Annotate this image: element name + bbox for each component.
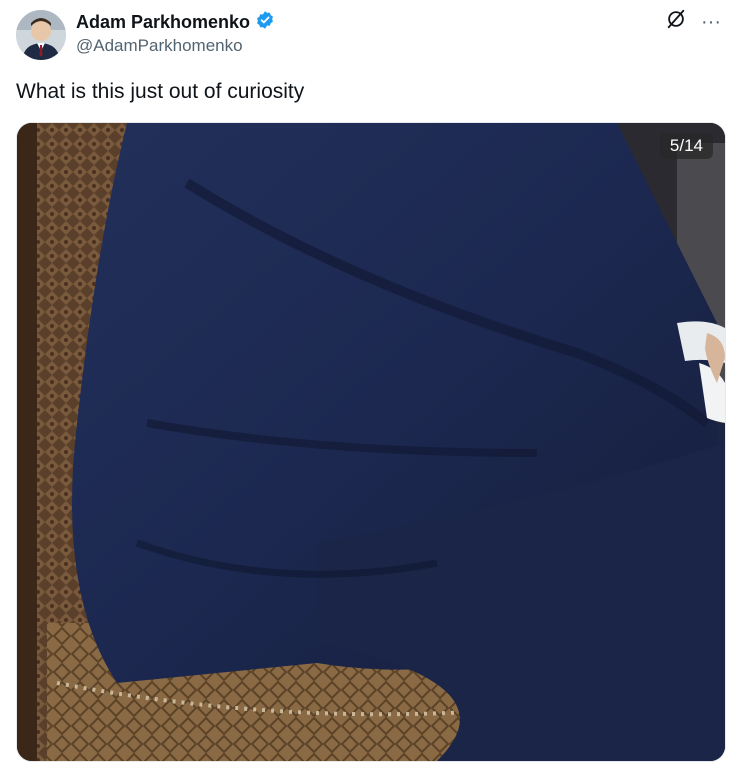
tweet-media[interactable]: 5/14: [16, 122, 726, 762]
tweet-actions-top: ···: [665, 8, 721, 35]
media-counter: 5/14: [659, 133, 713, 159]
more-icon[interactable]: ···: [701, 12, 721, 32]
avatar[interactable]: [16, 10, 66, 60]
avatar-image: [16, 10, 66, 60]
tweet-text: What is this just out of curiosity: [16, 80, 305, 103]
media-photo: [17, 123, 725, 761]
verified-badge-icon: [255, 10, 275, 35]
author-name[interactable]: Adam Parkhomenko: [76, 12, 250, 33]
author-row: Adam Parkhomenko: [76, 10, 275, 35]
grok-icon[interactable]: [665, 8, 687, 35]
author-handle[interactable]: @AdamParkhomenko: [76, 36, 243, 56]
